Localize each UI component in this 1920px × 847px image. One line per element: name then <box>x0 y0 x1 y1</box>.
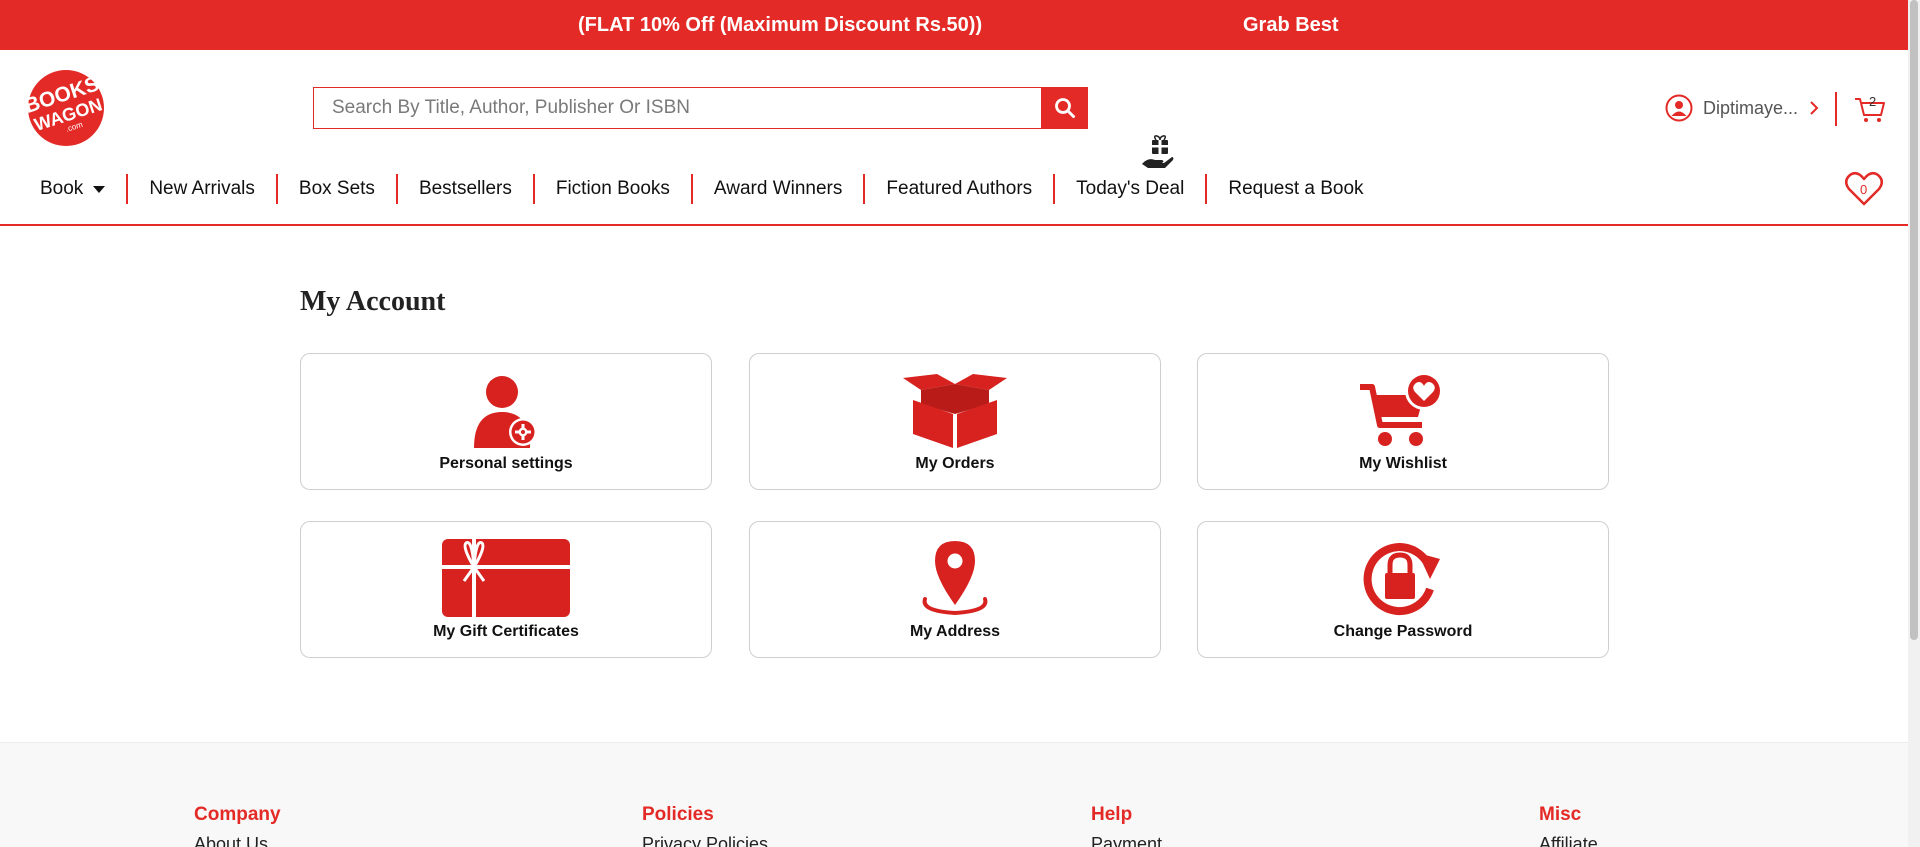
search-button[interactable] <box>1041 87 1088 129</box>
map-pin-icon <box>922 541 988 616</box>
nav-label: Today's Deal <box>1076 178 1185 199</box>
nav-item-featured-authors[interactable]: Featured Authors <box>863 174 1053 204</box>
card-label: My Wishlist <box>1359 455 1447 472</box>
card-my-address[interactable]: My Address <box>749 521 1161 658</box>
page-title: My Account <box>300 286 446 317</box>
wishlist-count: 0 <box>1860 182 1868 197</box>
nav-label: Award Winners <box>713 178 843 199</box>
bookswagon-logo[interactable]: BOOKS WAGON .com <box>18 68 114 148</box>
card-label: My Address <box>909 623 1001 640</box>
user-name: Diptimaye... <box>1703 97 1799 118</box>
open-box-icon <box>903 374 1007 448</box>
nav-item-bestsellers[interactable]: Bestsellers <box>395 174 533 204</box>
card-label: My Gift Certificates <box>433 623 579 640</box>
nav-label: Box Sets <box>298 178 375 199</box>
card-label: Change Password <box>1333 623 1473 640</box>
header-divider-line <box>0 224 1908 226</box>
nav-label: Featured Authors <box>886 178 1033 199</box>
footer-heading: Policies <box>642 804 714 825</box>
search-input[interactable] <box>313 87 1041 129</box>
footer-col-help: Help Payment <box>1091 804 1162 847</box>
card-my-orders[interactable]: My Orders <box>749 353 1161 490</box>
nav-label: Book <box>40 178 84 199</box>
card-my-wishlist[interactable]: My Wishlist <box>1197 353 1609 490</box>
search-bar <box>313 87 1088 129</box>
cart-count: 2 <box>1869 94 1877 109</box>
caret-down-icon <box>93 185 106 193</box>
card-label: Personal settings <box>439 455 573 472</box>
footer-heading: Company <box>194 804 281 825</box>
user-icon <box>1665 94 1693 122</box>
scrollbar-thumb[interactable] <box>1910 0 1918 640</box>
header-divider <box>1835 92 1837 126</box>
footer-link[interactable]: Privacy Policies <box>642 834 768 847</box>
nav-item-request-a-book[interactable]: Request a Book <box>1205 174 1384 204</box>
nav-item-todays-deal[interactable]: Today's Deal <box>1053 174 1205 204</box>
footer-link[interactable]: About Us <box>194 834 281 847</box>
footer-col-company: Company About Us <box>194 804 281 847</box>
nav-item-box-sets[interactable]: Box Sets <box>275 174 396 204</box>
footer-col-misc: Misc Affiliate <box>1539 804 1598 847</box>
lock-refresh-icon <box>1363 543 1440 616</box>
card-personal-settings[interactable]: Personal settings <box>300 353 712 490</box>
card-change-password[interactable]: Change Password <box>1197 521 1609 658</box>
footer-link[interactable]: Payment <box>1091 834 1162 847</box>
chevron-right-icon <box>1810 101 1819 115</box>
user-settings-icon <box>474 376 537 448</box>
promo-banner: (FLAT 10% Off (Maximum Discount Rs.50)) … <box>0 0 1908 50</box>
nav-item-fiction-books[interactable]: Fiction Books <box>532 174 691 204</box>
nav-label: Bestsellers <box>418 178 512 199</box>
footer-heading: Misc <box>1539 804 1582 825</box>
account-menu[interactable]: Diptimaye... <box>1665 94 1820 122</box>
nav-item-award-winners[interactable]: Award Winners <box>690 174 863 204</box>
main-nav: Book New Arrivals Box Sets Bestsellers F… <box>22 172 1385 206</box>
footer-col-policies: Policies Privacy Policies <box>642 804 768 847</box>
card-label: My Orders <box>915 455 995 472</box>
nav-label: Request a Book <box>1228 178 1364 199</box>
deal-gift-hand-icon <box>1140 134 1176 172</box>
nav-item-book[interactable]: Book <box>22 174 126 204</box>
cart-heart-icon <box>1360 372 1443 446</box>
promo-text-left: (FLAT 10% Off (Maximum Discount Rs.50)) <box>578 14 983 36</box>
nav-label: Fiction Books <box>555 178 670 199</box>
promo-text-right[interactable]: Grab Best <box>1243 14 1339 37</box>
nav-item-new-arrivals[interactable]: New Arrivals <box>126 174 276 204</box>
card-my-gift-certificates[interactable]: My Gift Certificates <box>300 521 712 658</box>
search-icon <box>1054 98 1075 118</box>
footer-heading: Help <box>1091 804 1133 825</box>
footer <box>0 742 1908 847</box>
nav-label: New Arrivals <box>149 178 255 199</box>
gift-card-icon <box>442 539 570 617</box>
footer-link[interactable]: Affiliate <box>1539 834 1598 847</box>
